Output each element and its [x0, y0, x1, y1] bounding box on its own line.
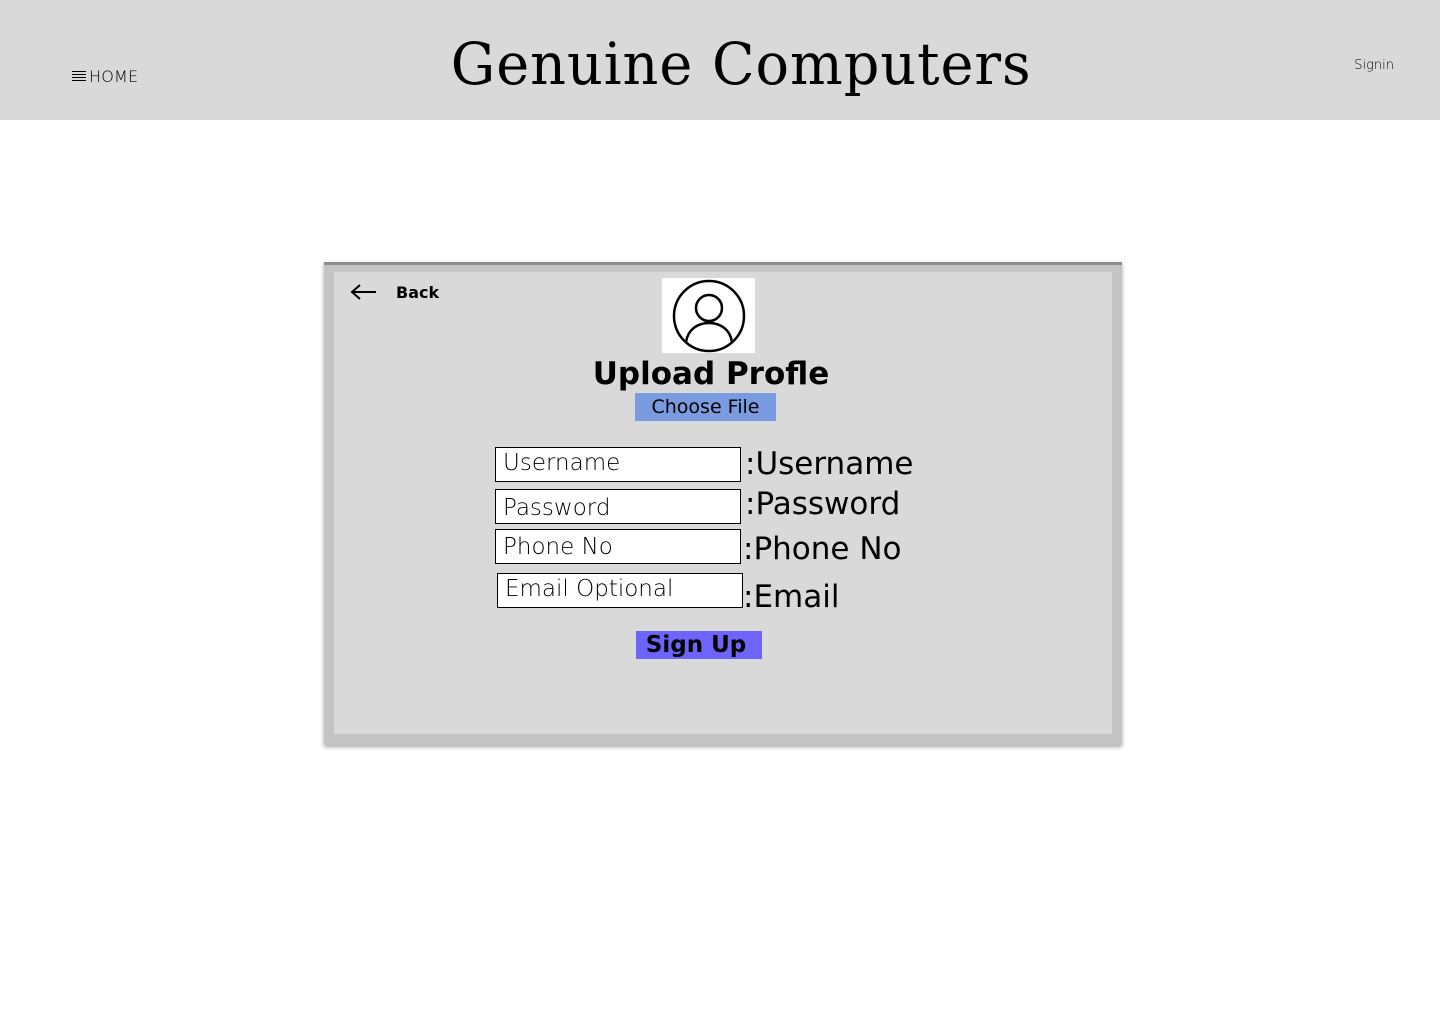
phone-label: :Phone No [743, 531, 902, 567]
password-input[interactable]: Password [495, 489, 741, 524]
signup-card: Back Upload Profle Choose File Username … [324, 262, 1122, 745]
password-label: :Password [745, 486, 901, 522]
username-label: :Username [745, 446, 914, 482]
signup-card-panel: Back Upload Profle Choose File Username … [334, 272, 1112, 734]
home-menu-button[interactable]: HOME [72, 66, 138, 86]
choose-file-button[interactable]: Choose File [635, 393, 776, 421]
site-title: Genuine Computers [450, 30, 1032, 98]
sign-up-button[interactable]: Sign Up [636, 631, 762, 659]
site-header: HOME Genuine Computers Signin [0, 0, 1440, 120]
signin-link[interactable]: Signin [1354, 58, 1394, 73]
user-avatar-icon [672, 279, 745, 352]
back-arrow-icon[interactable] [350, 283, 378, 301]
back-label[interactable]: Back [396, 283, 439, 302]
email-input[interactable]: Email Optional [497, 573, 743, 608]
profile-avatar [662, 278, 755, 353]
hamburger-icon[interactable] [72, 70, 86, 82]
email-label: :Email [743, 579, 840, 615]
phone-input[interactable]: Phone No [495, 529, 741, 564]
username-input[interactable]: Username [495, 447, 741, 482]
home-label[interactable]: HOME [89, 67, 138, 86]
back-button[interactable]: Back [350, 280, 439, 304]
upload-profile-title: Upload Profle [592, 356, 830, 392]
